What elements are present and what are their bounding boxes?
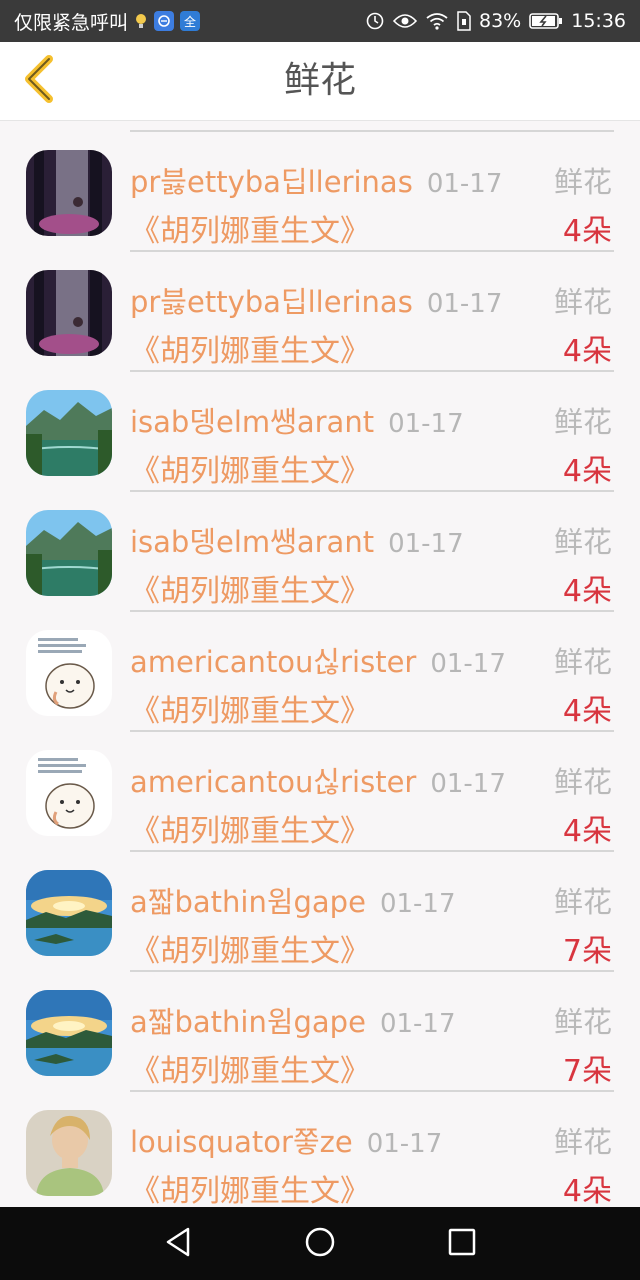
- status-right: 83% 15:36: [365, 0, 626, 42]
- top-app-bar: 鲜花: [0, 42, 640, 121]
- status-left: 仅限紧急呼叫 全: [14, 0, 201, 42]
- gift-type: 鲜花: [553, 165, 612, 199]
- bulb-icon: [134, 12, 148, 30]
- gift-type: 鲜花: [553, 1125, 612, 1159]
- list-item[interactable]: a짧bathin윔gape 01-17 鲜花 《胡列娜重生文》 7朵: [0, 961, 640, 1092]
- list-item[interactable]: a짧bathin윔gape 01-17 鲜花 《胡列娜重生文》 7朵: [0, 841, 640, 972]
- username: pr븛ettyba딥llerinas 01-17: [130, 159, 502, 201]
- username: isab뎅elm쌩arant 01-17: [130, 519, 464, 561]
- recents-square-icon: [447, 1227, 477, 1261]
- list-item[interactable]: pr븛ettyba딥llerinas 01-17 鲜花 《胡列娜重生文》 4朵: [0, 241, 640, 372]
- eye-icon: [393, 13, 417, 29]
- username-text: pr븛ettyba딥llerinas: [130, 285, 413, 319]
- alarm-icon: [365, 11, 385, 31]
- gift-type: 鲜花: [553, 1005, 612, 1039]
- avatar: [26, 270, 112, 356]
- nav-home-button[interactable]: [280, 1207, 360, 1280]
- system-nav-bar: [0, 1207, 640, 1280]
- gift-type: 鲜花: [553, 285, 612, 319]
- username-text: isab뎅elm쌩arant: [130, 405, 375, 439]
- quan-label: 全: [184, 14, 197, 29]
- nav-recents-button[interactable]: [422, 1207, 502, 1280]
- username: a짧bathin윔gape 01-17: [130, 999, 456, 1041]
- gift-date: 01-17: [430, 649, 506, 679]
- gift-date: 01-17: [388, 529, 464, 559]
- avatar: [26, 630, 112, 716]
- battery-percent: 83%: [479, 10, 522, 32]
- gift-type: 鲜花: [553, 765, 612, 799]
- list-item[interactable]: louisquator쫗ze 01-17 鲜花 《胡列娜重生文》 4朵: [0, 1081, 640, 1207]
- username: americantou싢rister 01-17: [130, 639, 506, 681]
- list-item[interactable]: americantou싢rister 01-17 鲜花 《胡列娜重生文》 4朵: [0, 601, 640, 732]
- gift-type: 鲜花: [553, 645, 612, 679]
- avatar: [26, 990, 112, 1076]
- gift-date: 01-17: [366, 1129, 443, 1159]
- avatar: [26, 390, 112, 476]
- username-text: louisquator쫗ze: [130, 1125, 353, 1159]
- username-text: americantou싢rister: [130, 645, 417, 679]
- gift-quantity: 4朵: [562, 1174, 612, 1207]
- username-text: a짧bathin윔gape: [130, 1005, 366, 1039]
- avatar: [26, 510, 112, 596]
- sim-icon: [457, 11, 471, 31]
- gift-date: 01-17: [430, 769, 506, 799]
- avatar: [26, 1110, 112, 1196]
- username: isab뎅elm쌩arant 01-17: [130, 399, 464, 441]
- gift-date: 01-17: [379, 889, 456, 919]
- avatar: [26, 870, 112, 956]
- wifi-icon: [425, 12, 449, 30]
- gift-date: 01-17: [426, 289, 503, 319]
- gift-type: 鲜花: [553, 885, 612, 919]
- username-text: isab뎅elm쌩arant: [130, 525, 375, 559]
- battery-icon: [529, 12, 563, 30]
- gift-date: 01-17: [379, 1009, 456, 1039]
- status-bar: 仅限紧急呼叫 全 83% 15:36: [0, 0, 640, 42]
- gift-type: 鲜花: [553, 525, 612, 559]
- list-item[interactable]: isab뎅elm쌩arant 01-17 鲜花 《胡列娜重生文》 4朵: [0, 481, 640, 612]
- username: a짧bathin윔gape 01-17: [130, 879, 456, 921]
- app-browser-icon: [154, 11, 175, 31]
- gift-type: 鲜花: [553, 405, 612, 439]
- nav-back-button[interactable]: [138, 1207, 218, 1280]
- avatar: [26, 750, 112, 836]
- avatar: [26, 150, 112, 236]
- back-triangle-icon: [163, 1226, 193, 1262]
- list-item[interactable]: pr븛ettyba딥llerinas 01-17 鲜花 《胡列娜重生文》 4朵: [0, 121, 640, 252]
- username-text: americantou싢rister: [130, 765, 417, 799]
- username: louisquator쫗ze 01-17: [130, 1119, 442, 1161]
- clock-time: 15:36: [571, 10, 626, 32]
- home-circle-icon: [304, 1226, 336, 1262]
- username: americantou싢rister 01-17: [130, 759, 506, 801]
- book-title: 《胡列娜重生文》: [130, 1174, 370, 1207]
- gift-date: 01-17: [388, 409, 464, 439]
- list-item[interactable]: isab뎅elm쌩arant 01-17 鲜花 《胡列娜重生文》 4朵: [0, 361, 640, 492]
- page-title: 鲜花: [283, 60, 356, 101]
- username-text: pr븛ettyba딥llerinas: [130, 165, 413, 199]
- carrier-text: 仅限紧急呼叫: [14, 11, 129, 34]
- username-text: a짧bathin윔gape: [130, 885, 366, 919]
- app-quan-icon: 全: [180, 11, 201, 31]
- gift-date: 01-17: [426, 169, 503, 199]
- list-item[interactable]: americantou싢rister 01-17 鲜花 《胡列娜重生文》 4朵: [0, 721, 640, 852]
- flower-gift-list[interactable]: pr븛ettyba딥llerinas 01-17 鲜花 《胡列娜重生文》 4朵 p…: [0, 121, 640, 1207]
- username: pr븛ettyba딥llerinas 01-17: [130, 279, 502, 321]
